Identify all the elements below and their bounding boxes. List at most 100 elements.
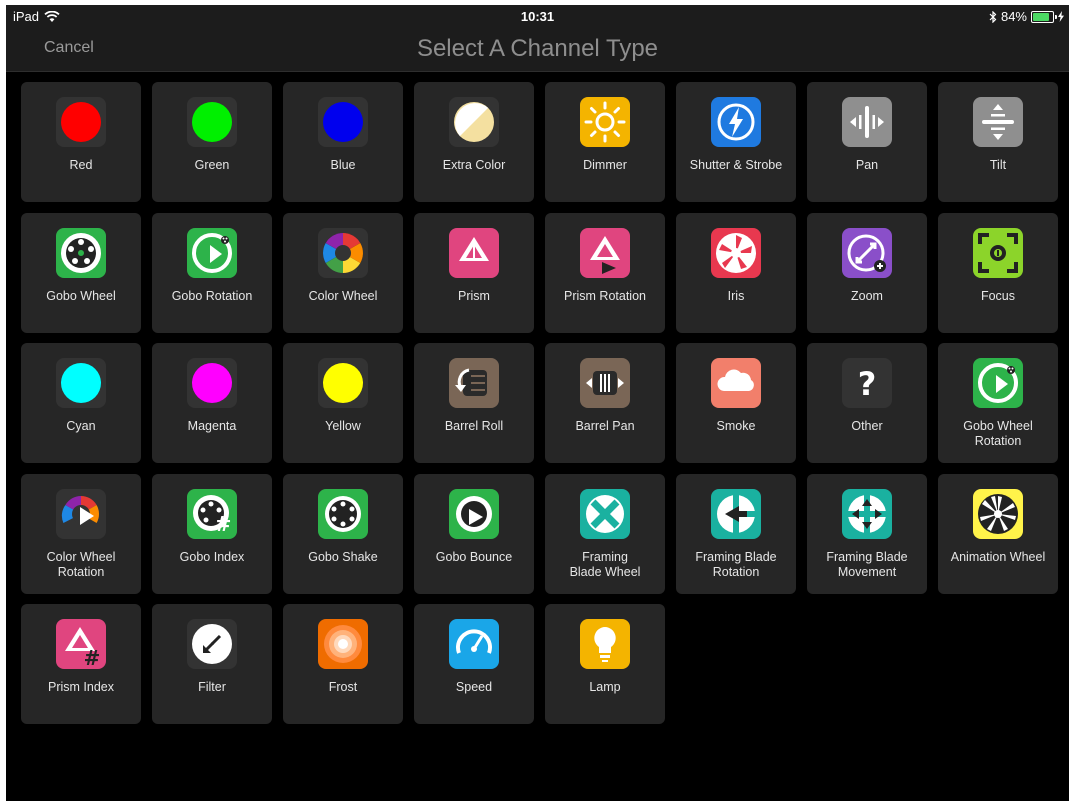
channel-tile-red[interactable]: Red: [21, 82, 141, 202]
channel-label: Framing Blade Movement: [826, 549, 908, 579]
navigation-bar: Cancel Select A Channel Type: [6, 27, 1069, 72]
channel-tile-gobo-rotation[interactable]: Gobo Rotation: [152, 212, 272, 333]
channel-tile-zoom[interactable]: Zoom: [807, 212, 927, 333]
channel-tile-frost[interactable]: Frost: [283, 604, 403, 724]
framing-blade-rotation-icon: [711, 488, 761, 539]
channel-tile-prism[interactable]: Prism: [414, 212, 534, 333]
channel-label: Other: [851, 419, 883, 433]
channel-label: Zoom: [851, 288, 883, 303]
channel-label: Cyan: [66, 419, 96, 433]
channel-tile-framing-blade-wheel[interactable]: Framing Blade Wheel: [545, 473, 665, 594]
channel-tile-gobo-wheel[interactable]: Gobo Wheel: [21, 212, 141, 333]
pan-icon: [842, 97, 892, 147]
channel-tile-blue[interactable]: Blue: [283, 82, 403, 202]
tilt-icon: [973, 97, 1023, 147]
framing-blade-wheel-icon: [580, 488, 630, 539]
channel-type-grid: Red Green Blue Extra Color Dimmer Shutte…: [21, 82, 1058, 724]
gobo-wheel-rotation-icon: [973, 358, 1023, 408]
channel-label: Lamp: [589, 680, 621, 694]
prism-index-icon: #: [56, 619, 106, 669]
channel-tile-prism-rotation[interactable]: Prism Rotation: [545, 212, 665, 333]
gobo-rotation-icon: [187, 227, 237, 278]
channel-label: Gobo Bounce: [435, 549, 513, 564]
channel-tile-other[interactable]: ? Other: [807, 343, 927, 463]
prism-icon: [449, 227, 499, 278]
channel-label: Barrel Pan: [575, 419, 635, 433]
channel-tile-gobo-shake[interactable]: Gobo Shake: [283, 473, 403, 594]
red-color-icon: [56, 97, 106, 147]
channel-tile-dimmer[interactable]: Dimmer: [545, 82, 665, 202]
channel-label: Red: [69, 158, 93, 172]
zoom-icon: [842, 227, 892, 278]
lamp-bulb-icon: [580, 619, 630, 669]
barrel-roll-icon: [449, 358, 499, 408]
channel-label: Gobo Wheel: [46, 288, 116, 303]
channel-tile-framing-blade-movement[interactable]: Framing Blade Movement: [807, 473, 927, 594]
prism-rotation-icon: [580, 227, 630, 278]
framing-blade-movement-icon: [842, 488, 892, 539]
channel-label: Speed: [455, 680, 493, 694]
page-title: Select A Channel Type: [416, 35, 659, 62]
blue-color-icon: [318, 97, 368, 147]
yellow-color-icon: [318, 358, 368, 408]
channel-label: Prism: [458, 288, 490, 303]
channel-tile-prism-index[interactable]: # Prism Index: [21, 604, 141, 724]
channel-label: Color Wheel: [308, 288, 378, 303]
channel-tile-color-wheel[interactable]: Color Wheel: [283, 212, 403, 333]
channel-tile-gobo-wheel-rotation[interactable]: Gobo Wheel Rotation: [938, 343, 1058, 463]
channel-label: Blue: [330, 158, 356, 172]
channel-label: Iris: [727, 288, 745, 303]
charging-bolt-icon: [1058, 11, 1064, 22]
channel-label: Framing Blade Wheel: [569, 549, 641, 579]
channel-tile-extra-color[interactable]: Extra Color: [414, 82, 534, 202]
animation-wheel-icon: [973, 488, 1023, 539]
channel-tile-smoke[interactable]: Smoke: [676, 343, 796, 463]
channel-tile-pan[interactable]: Pan: [807, 82, 927, 202]
green-color-icon: [187, 97, 237, 147]
filter-icon: [187, 619, 237, 669]
cyan-color-icon: [56, 358, 106, 408]
channel-label: Pan: [855, 158, 879, 172]
channel-label: Animation Wheel: [950, 549, 1046, 564]
channel-tile-tilt[interactable]: Tilt: [938, 82, 1058, 202]
color-wheel-icon: [318, 227, 368, 278]
smoke-cloud-icon: [711, 358, 761, 408]
channel-tile-gobo-bounce[interactable]: Gobo Bounce: [414, 473, 534, 594]
channel-tile-green[interactable]: Green: [152, 82, 272, 202]
channel-tile-filter[interactable]: Filter: [152, 604, 272, 724]
channel-tile-cyan[interactable]: Cyan: [21, 343, 141, 463]
barrel-pan-icon: [580, 358, 630, 408]
channel-tile-magenta[interactable]: Magenta: [152, 343, 272, 463]
channel-tile-gobo-index[interactable]: # Gobo Index: [152, 473, 272, 594]
channel-label: Filter: [198, 680, 226, 694]
channel-label: Green: [194, 158, 230, 172]
iris-icon: [711, 227, 761, 278]
dimmer-sun-icon: [580, 97, 630, 147]
channel-label: Prism Rotation: [564, 288, 646, 303]
channel-tile-shutter-strobe[interactable]: Shutter & Strobe: [676, 82, 796, 202]
shutter-strobe-bolt-icon: [711, 97, 761, 147]
channel-tile-yellow[interactable]: Yellow: [283, 343, 403, 463]
channel-tile-barrel-pan[interactable]: Barrel Pan: [545, 343, 665, 463]
svg-text:#: #: [84, 646, 101, 669]
channel-tile-color-wheel-rotation[interactable]: Color Wheel Rotation: [21, 473, 141, 594]
color-wheel-rotation-icon: [56, 488, 106, 539]
channel-tile-speed[interactable]: Speed: [414, 604, 534, 724]
channel-label: Gobo Wheel Rotation: [963, 419, 1033, 448]
channel-tile-animation-wheel[interactable]: Animation Wheel: [938, 473, 1058, 594]
channel-tile-barrel-roll[interactable]: Barrel Roll: [414, 343, 534, 463]
battery-icon: [1031, 10, 1057, 23]
channel-tile-iris[interactable]: Iris: [676, 212, 796, 333]
channel-label: Color Wheel Rotation: [46, 549, 116, 579]
extra-color-icon: [449, 97, 499, 147]
channel-label: Dimmer: [583, 158, 627, 172]
channel-tile-framing-blade-rotation[interactable]: Framing Blade Rotation: [676, 473, 796, 594]
gobo-bounce-icon: [449, 488, 499, 539]
channel-tile-focus[interactable]: Focus: [938, 212, 1058, 333]
status-bar: iPad 10:31 84%: [6, 5, 1069, 27]
gobo-index-icon: #: [187, 488, 237, 539]
channel-label: Gobo Rotation: [171, 288, 253, 303]
gobo-wheel-icon: [56, 227, 106, 278]
channel-tile-lamp[interactable]: Lamp: [545, 604, 665, 724]
channel-label: Yellow: [325, 419, 361, 433]
